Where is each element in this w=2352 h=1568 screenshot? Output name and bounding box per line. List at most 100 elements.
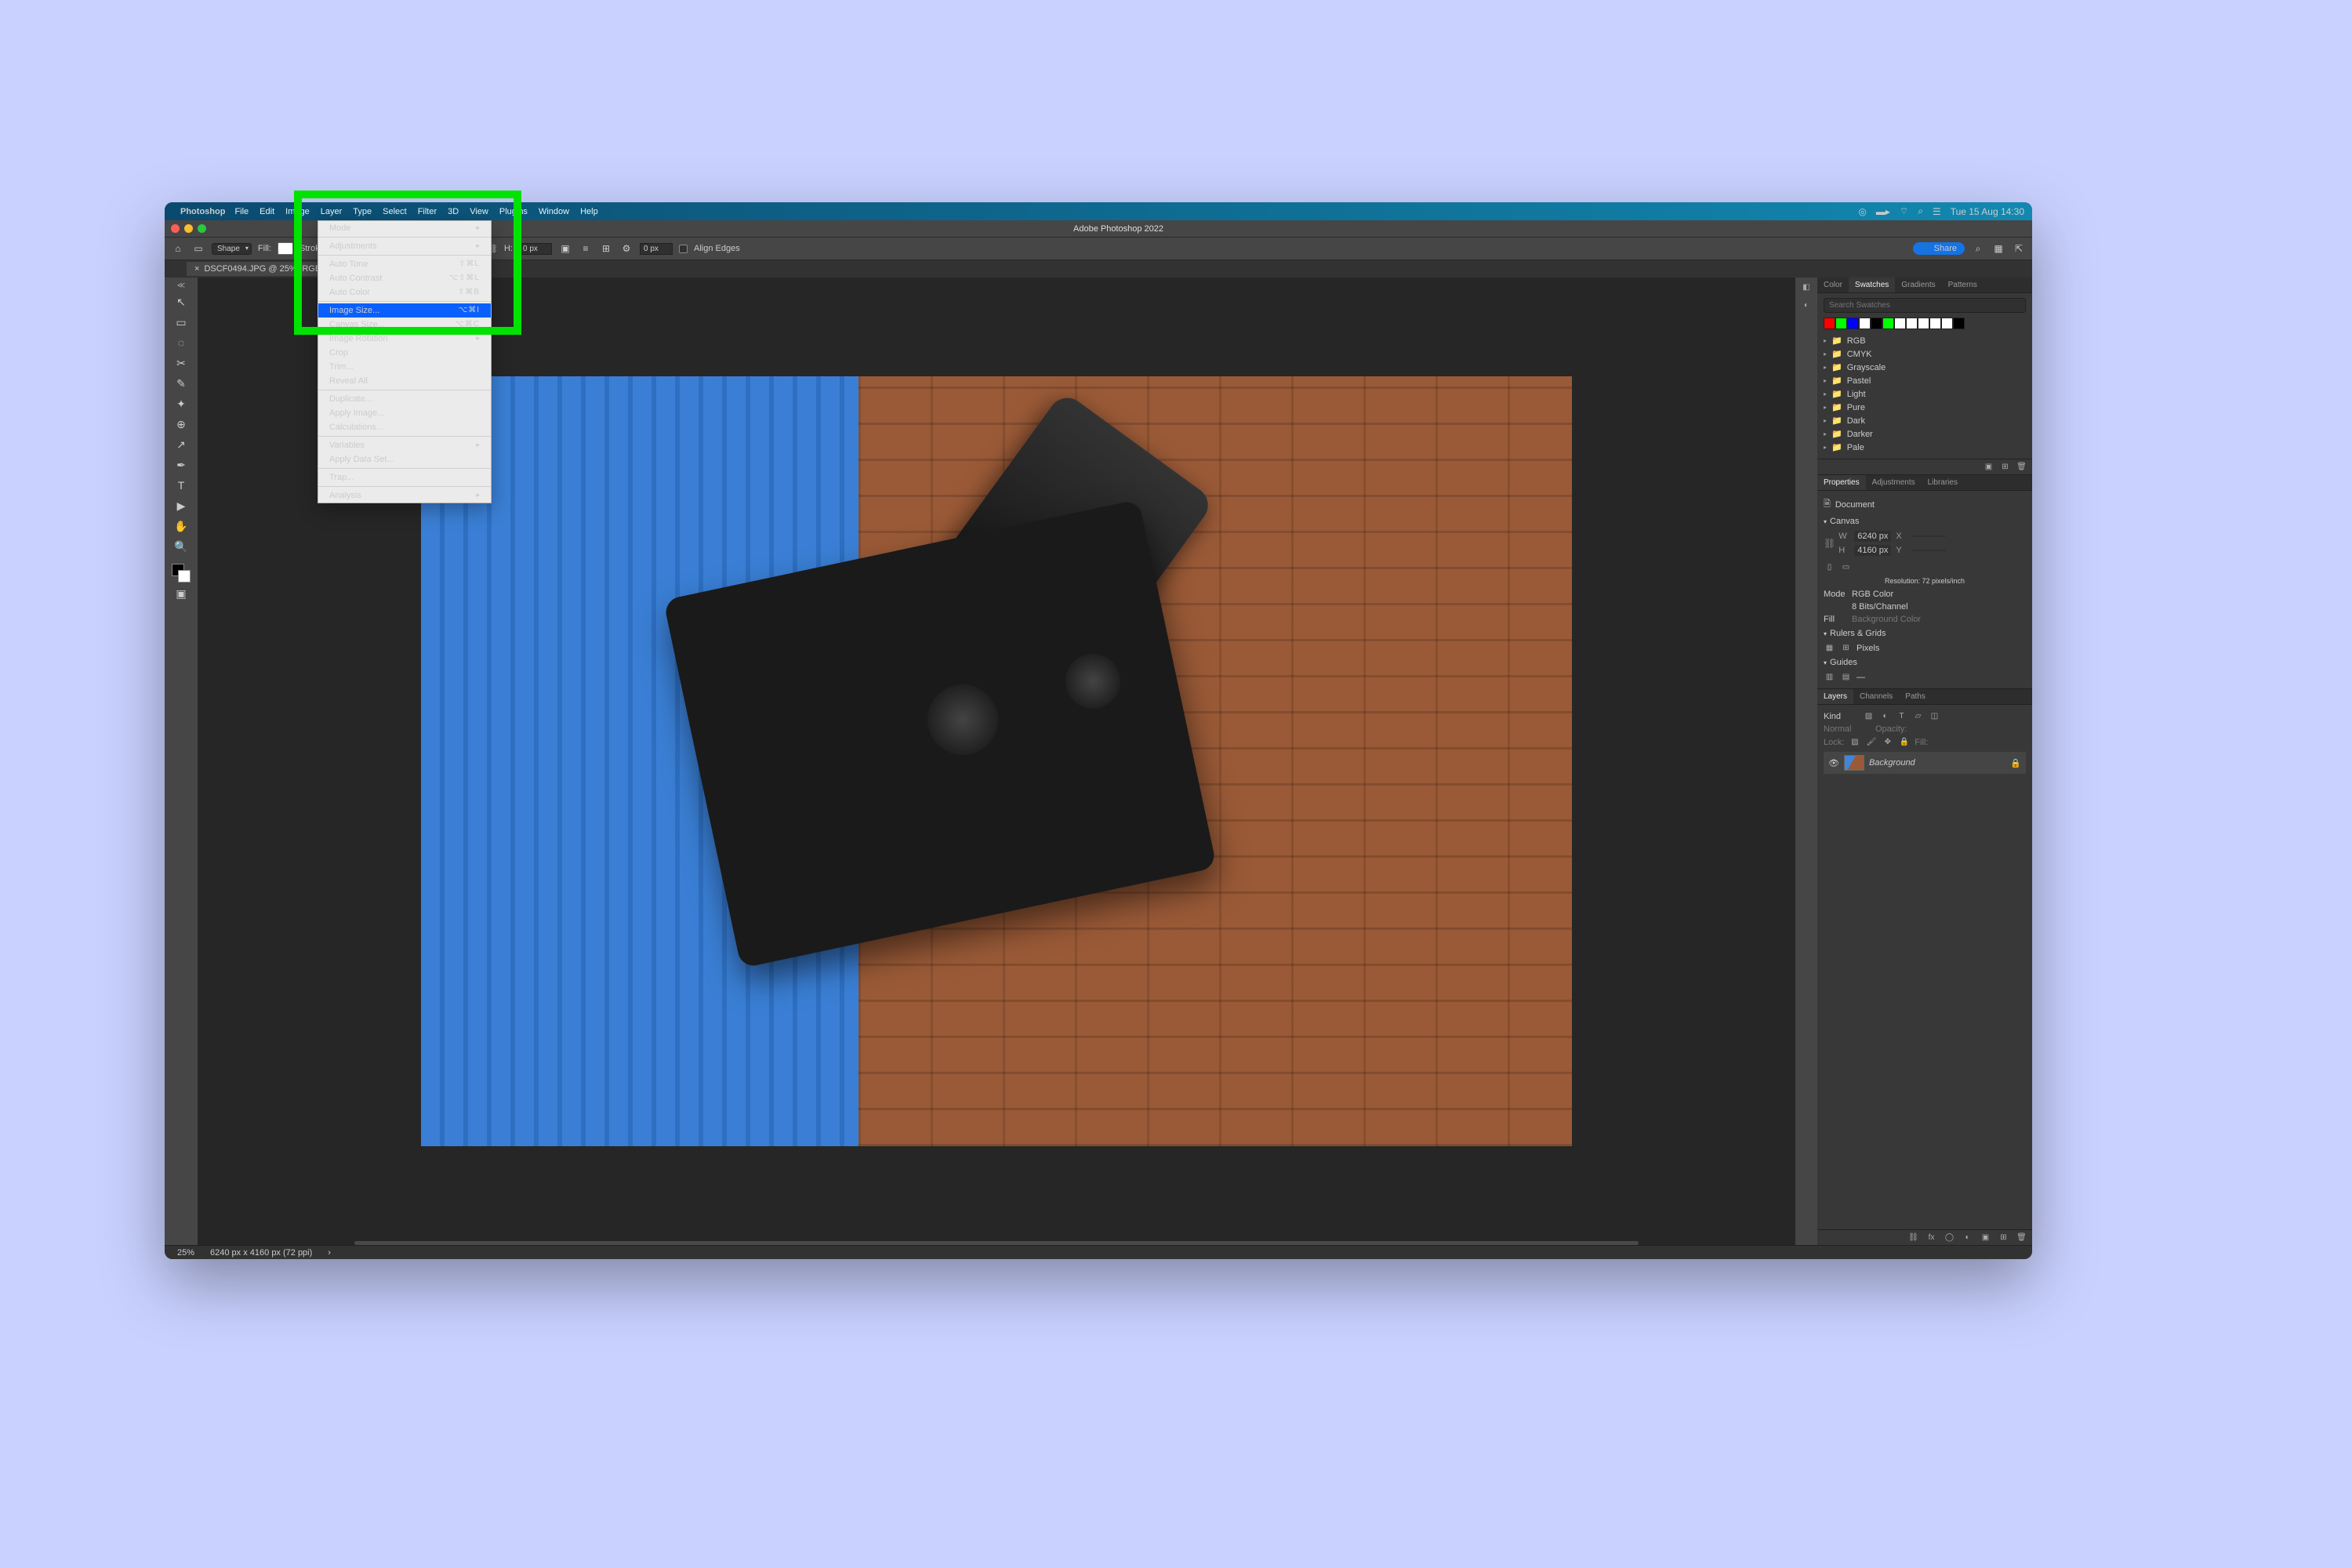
rulers-section[interactable]: ▾Rulers & Grids xyxy=(1824,626,2026,641)
swatch[interactable] xyxy=(1871,318,1882,329)
lasso-tool[interactable]: ◌ xyxy=(172,333,191,352)
menu-item[interactable]: Auto Color⇧⌘B xyxy=(318,285,491,299)
ruler-icon[interactable]: ▦ xyxy=(1824,643,1835,653)
mode-select[interactable]: RGB Color xyxy=(1852,590,2026,599)
tab-patterns[interactable]: Patterns xyxy=(1942,278,1984,292)
layer-background[interactable]: 👁 Background 🔒 xyxy=(1824,752,2026,774)
control-center-icon[interactable]: ☰ xyxy=(1933,206,1941,217)
lock-pos-icon[interactable]: ✥ xyxy=(1882,737,1893,747)
tool-preset-icon[interactable]: ▭ xyxy=(191,241,205,256)
rulers-unit-select[interactable]: Pixels xyxy=(1857,644,2026,653)
swatch[interactable] xyxy=(1906,318,1918,329)
menu-item[interactable]: Image Rotation▸ xyxy=(318,332,491,346)
menu-item[interactable]: Mode▸ xyxy=(318,221,491,235)
swatch-folder[interactable]: ▸📁Dark xyxy=(1824,414,2026,427)
tab-color[interactable]: Color xyxy=(1817,278,1849,292)
depth-select[interactable]: 8 Bits/Channel xyxy=(1852,602,2026,612)
adj-layer-icon[interactable]: ◐ xyxy=(1962,1232,1973,1243)
swatch[interactable] xyxy=(1918,318,1929,329)
menu-item[interactable]: Canvas Size...⌥⌘C xyxy=(318,318,491,332)
lock-all-icon[interactable]: 🔒 xyxy=(1898,737,1910,747)
visibility-icon[interactable]: 👁 xyxy=(1828,758,1839,768)
menubar-datetime[interactable]: Tue 15 Aug 14:30 xyxy=(1951,206,2024,217)
menu-item[interactable]: Auto Tone⇧⌘L xyxy=(318,257,491,271)
menu-item[interactable]: Trim... xyxy=(318,360,491,374)
color-swatches[interactable] xyxy=(172,564,191,583)
crop-tool[interactable]: ✂ xyxy=(172,354,191,372)
battery-icon[interactable]: ▬▸ xyxy=(1876,206,1890,217)
menu-select[interactable]: Select xyxy=(383,207,407,216)
cc-icon[interactable]: ◎ xyxy=(1858,206,1866,217)
guides-icon-1[interactable]: ▥ xyxy=(1824,672,1835,682)
zoom-traffic-light[interactable] xyxy=(198,224,206,233)
hand-tool[interactable]: ✋ xyxy=(172,517,191,535)
tools-collapse-icon[interactable]: ≪ xyxy=(176,281,187,291)
menu-image[interactable]: Image xyxy=(285,207,310,216)
swatch-folder[interactable]: ▸📁Pastel xyxy=(1824,374,2026,387)
menu-item[interactable]: Apply Image... xyxy=(318,406,491,420)
tab-properties[interactable]: Properties xyxy=(1817,475,1866,490)
group-icon[interactable]: ▣ xyxy=(1980,1232,1991,1243)
mask-icon[interactable]: ◯ xyxy=(1944,1232,1955,1243)
eyedropper-tool[interactable]: ✎ xyxy=(172,374,191,393)
orient-landscape-icon[interactable]: ▭ xyxy=(1840,562,1852,572)
minimize-traffic-light[interactable] xyxy=(184,224,193,233)
export-icon[interactable]: ⇱ xyxy=(2012,241,2026,256)
swatch-folder[interactable]: ▸📁Darker xyxy=(1824,427,2026,441)
layer-filter-kind[interactable]: Kind xyxy=(1824,712,1858,721)
stamp-tool[interactable]: ⊕ xyxy=(172,415,191,434)
swatch[interactable] xyxy=(1835,318,1847,329)
gradient-tool[interactable]: ↗ xyxy=(172,435,191,454)
guides-select[interactable]: — xyxy=(1857,673,2026,682)
path-ops-icon[interactable]: ▣ xyxy=(558,241,572,256)
swatch[interactable] xyxy=(1929,318,1941,329)
type-tool[interactable]: T xyxy=(172,476,191,495)
gear-icon[interactable]: ⚙ xyxy=(619,241,633,256)
height-input[interactable]: 0 px xyxy=(519,243,552,255)
search-icon[interactable]: ⌕ xyxy=(1918,205,1923,217)
new-swatch-icon[interactable]: ⊞ xyxy=(1999,462,2011,472)
swatch[interactable] xyxy=(1953,318,1965,329)
radius-input[interactable]: 0 px xyxy=(640,243,673,255)
swatch-folder[interactable]: ▸📁RGB xyxy=(1824,334,2026,347)
guides-section[interactable]: ▾Guides xyxy=(1824,655,2026,670)
swatch-folder[interactable]: ▸📁Pale xyxy=(1824,441,2026,454)
orient-portrait-icon[interactable]: ▯ xyxy=(1824,562,1835,572)
fx-icon[interactable]: fx xyxy=(1926,1232,1937,1243)
canvas-x[interactable] xyxy=(1911,535,1946,537)
workspace-icon[interactable]: ▦ xyxy=(1991,241,2005,256)
menu-window[interactable]: Window xyxy=(539,207,569,216)
menu-help[interactable]: Help xyxy=(580,207,598,216)
menu-item[interactable]: Crop xyxy=(318,346,491,360)
path-tool[interactable]: ▶ xyxy=(172,496,191,515)
menu-filter[interactable]: Filter xyxy=(418,207,437,216)
fill-select[interactable]: Background Color xyxy=(1852,615,2026,624)
tab-paths[interactable]: Paths xyxy=(1899,689,1932,704)
tab-adjustments[interactable]: Adjustments xyxy=(1866,475,1922,490)
tab-channels[interactable]: Channels xyxy=(1853,689,1899,704)
document-canvas[interactable] xyxy=(421,376,1572,1146)
app-name[interactable]: Photoshop xyxy=(180,207,225,216)
fill-swatch[interactable] xyxy=(278,242,293,255)
link-layers-icon[interactable]: ⛓ xyxy=(1907,1232,1919,1243)
menu-item[interactable]: Calculations... xyxy=(318,420,491,434)
link-wh-props-icon[interactable]: ⛓ xyxy=(1824,538,1835,549)
doc-dimensions[interactable]: 6240 px x 4160 px (72 ppi) xyxy=(210,1248,312,1258)
panel-icon-1[interactable]: ◧ xyxy=(1801,282,1813,292)
pen-tool[interactable]: ✒ xyxy=(172,456,191,474)
menu-item[interactable]: Auto Contrast⌥⇧⌘L xyxy=(318,271,491,285)
canvas-h[interactable]: 4160 px xyxy=(1854,545,1891,556)
swatch-folder[interactable]: ▸📁Light xyxy=(1824,387,2026,401)
filter-shape-icon[interactable]: ▱ xyxy=(1912,711,1924,721)
align-edges-checkbox[interactable] xyxy=(679,245,688,253)
status-chevron-icon[interactable]: › xyxy=(328,1248,331,1258)
menu-item[interactable]: Duplicate... xyxy=(318,392,491,406)
menu-edit[interactable]: Edit xyxy=(260,207,274,216)
guides-icon-2[interactable]: ▤ xyxy=(1840,672,1852,682)
shape-mode-select[interactable]: Shape xyxy=(212,243,252,255)
tab-layers[interactable]: Layers xyxy=(1817,689,1853,704)
zoom-tool[interactable]: 🔍 xyxy=(172,537,191,556)
filter-smart-icon[interactable]: ◫ xyxy=(1929,711,1940,721)
align-icon[interactable]: ≡ xyxy=(579,241,593,256)
tab-libraries[interactable]: Libraries xyxy=(1922,475,1964,490)
